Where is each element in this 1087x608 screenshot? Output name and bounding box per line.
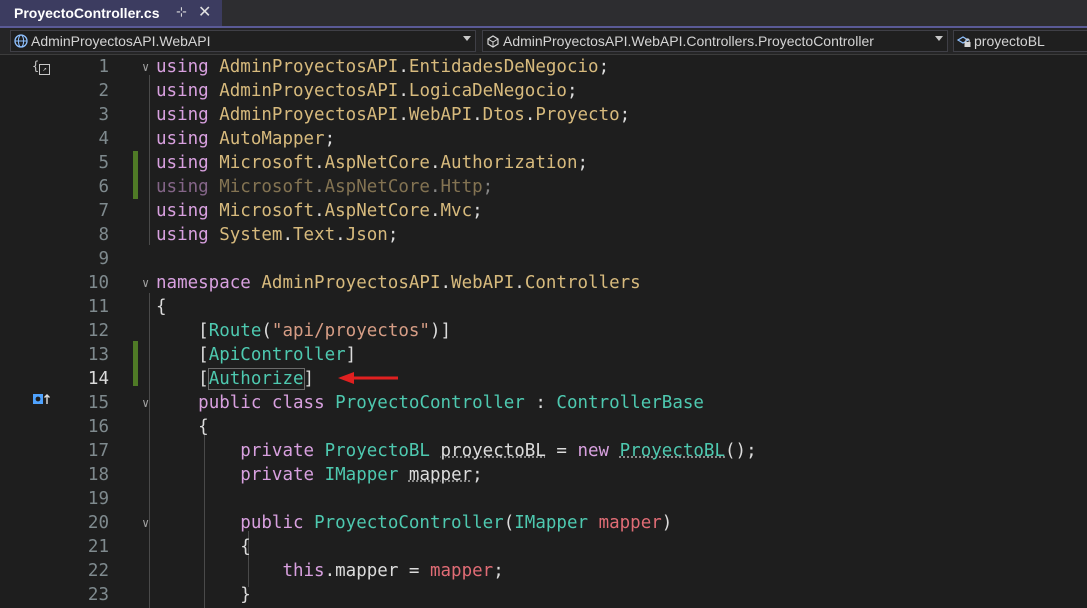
line-number: 17 xyxy=(87,441,109,461)
code-line: 20 ∨ public ProyectoController(IMapper ma… xyxy=(0,511,1087,535)
code-line: 14 [Authorize] xyxy=(0,367,1087,391)
fold-chevron-icon[interactable]: ∨ xyxy=(142,391,149,415)
type-dropdown-label: AdminProyectosAPI.WebAPI.Controllers.Pro… xyxy=(503,33,874,49)
member-dropdown[interactable]: proyectoBL xyxy=(953,30,1087,52)
navigation-bar: AdminProyectosAPI.WebAPI AdminProyectosA… xyxy=(0,28,1087,55)
code-text[interactable]: private IMapper mapper; xyxy=(156,463,482,487)
type-dropdown[interactable]: AdminProyectosAPI.WebAPI.Controllers.Pro… xyxy=(482,30,948,52)
pin-icon[interactable]: ⊹ xyxy=(176,4,187,20)
line-number: 23 xyxy=(87,585,109,605)
code-text[interactable]: using AdminProyectosAPI.EntidadesDeNegoc… xyxy=(156,55,609,79)
code-text[interactable]: using Microsoft.AspNetCore.Authorization… xyxy=(156,151,588,175)
code-text[interactable]: using AutoMapper; xyxy=(156,127,335,151)
code-line: 22 this.mapper = mapper; xyxy=(0,559,1087,583)
line-number: 18 xyxy=(87,465,109,485)
line-number: 19 xyxy=(87,489,109,509)
code-text[interactable]: namespace AdminProyectosAPI.WebAPI.Contr… xyxy=(156,271,641,295)
code-text[interactable]: using AdminProyectosAPI.WebAPI.Dtos.Proy… xyxy=(156,103,630,127)
code-text[interactable]: public ProyectoController(IMapper mapper… xyxy=(156,511,672,535)
line-number: 13 xyxy=(87,345,109,365)
code-editor[interactable]: {↗ 1 ∨ using AdminProyectosAPI.EntidadesDe… xyxy=(0,55,1087,608)
code-line: 13 [ApiController] xyxy=(0,343,1087,367)
code-line: 9 xyxy=(0,247,1087,271)
code-line: 8 using System.Text.Json; xyxy=(0,223,1087,247)
code-line: 5 using Microsoft.AspNetCore.Authorizatio… xyxy=(0,151,1087,175)
code-text[interactable]: [Route("api/proyectos")] xyxy=(156,319,451,343)
code-line: 4 using AutoMapper; xyxy=(0,127,1087,151)
line-number: 16 xyxy=(87,417,109,437)
close-icon[interactable]: ✕ xyxy=(198,2,211,22)
line-number: 7 xyxy=(98,201,109,221)
code-line: 12 [Route("api/proyectos")] xyxy=(0,319,1087,343)
line-number: 10 xyxy=(87,273,109,293)
code-line: 6 using Microsoft.AspNetCore.Http; xyxy=(0,175,1087,199)
code-text[interactable]: using Microsoft.AspNetCore.Mvc; xyxy=(156,199,483,223)
code-text[interactable]: [Authorize] xyxy=(156,367,314,391)
code-line: 10 ∨ namespace AdminProyectosAPI.WebAPI.Co… xyxy=(0,271,1087,295)
code-line: 23 } xyxy=(0,583,1087,607)
tab-proyecto-controller[interactable]: ProyectoController.cs ⊹ ✕ xyxy=(0,0,222,26)
code-line: 2 using AdminProyectosAPI.LogicaDeNegocio… xyxy=(0,79,1087,103)
code-text[interactable]: [ApiController] xyxy=(156,343,356,367)
line-number: 20 xyxy=(87,513,109,533)
line-number: 6 xyxy=(98,177,109,197)
line-number: 22 xyxy=(87,561,109,581)
code-line: 18 private IMapper mapper; xyxy=(0,463,1087,487)
code-line: 16 { xyxy=(0,415,1087,439)
line-number: 5 xyxy=(98,153,109,173)
code-line: 15 ∨ public class ProyectoController : Co… xyxy=(0,391,1087,415)
line-number: 11 xyxy=(87,297,109,317)
line-number: 9 xyxy=(98,249,109,269)
project-dropdown-label: AdminProyectosAPI.WebAPI xyxy=(31,33,211,49)
line-number: 21 xyxy=(87,537,109,557)
chevron-down-icon xyxy=(935,36,943,41)
chevron-down-icon xyxy=(463,36,471,41)
fold-chevron-icon[interactable]: ∨ xyxy=(142,511,149,535)
code-text[interactable]: { xyxy=(156,295,167,319)
fold-chevron-icon[interactable]: ∨ xyxy=(142,55,149,79)
tab-bar: ProyectoController.cs ⊹ ✕ xyxy=(0,0,1087,28)
annotation-arrow-icon xyxy=(338,372,398,384)
code-line: 21 { xyxy=(0,535,1087,559)
class-icon xyxy=(485,33,501,49)
tab-title: ProyectoController.cs xyxy=(14,5,160,21)
project-dropdown[interactable]: AdminProyectosAPI.WebAPI xyxy=(10,30,476,52)
code-line: 19 xyxy=(0,487,1087,511)
line-number: 15 xyxy=(87,393,109,413)
line-number: 14 xyxy=(87,369,109,389)
code-text[interactable]: this.mapper = mapper; xyxy=(156,559,503,583)
fold-chevron-icon[interactable]: ∨ xyxy=(142,271,149,295)
line-number: 2 xyxy=(98,81,109,101)
line-number: 8 xyxy=(98,225,109,245)
code-line: 11 { xyxy=(0,295,1087,319)
code-text[interactable]: public class ProyectoController : Contro… xyxy=(156,391,704,415)
private-field-icon xyxy=(956,33,972,49)
code-text[interactable]: using System.Text.Json; xyxy=(156,223,398,247)
code-line: 7 using Microsoft.AspNetCore.Mvc; xyxy=(0,199,1087,223)
code-text[interactable]: } xyxy=(156,583,251,607)
code-text[interactable]: using Microsoft.AspNetCore.Http; xyxy=(156,175,493,199)
code-text[interactable]: { xyxy=(156,415,209,439)
globe-icon xyxy=(13,33,29,49)
code-text[interactable]: { xyxy=(156,535,251,559)
line-number: 1 xyxy=(98,57,109,77)
code-line: 1 ∨ using AdminProyectosAPI.EntidadesDeNeg… xyxy=(0,55,1087,79)
code-line: 3 using AdminProyectosAPI.WebAPI.Dtos.Pro… xyxy=(0,103,1087,127)
line-number: 3 xyxy=(98,105,109,125)
line-number: 4 xyxy=(98,129,109,149)
member-dropdown-label: proyectoBL xyxy=(974,33,1045,49)
code-line: 17 private ProyectoBL proyectoBL = new P… xyxy=(0,439,1087,463)
code-text[interactable]: private ProyectoBL proyectoBL = new Proy… xyxy=(156,439,756,463)
code-text[interactable]: using AdminProyectosAPI.LogicaDeNegocio; xyxy=(156,79,578,103)
line-number: 12 xyxy=(87,321,109,341)
